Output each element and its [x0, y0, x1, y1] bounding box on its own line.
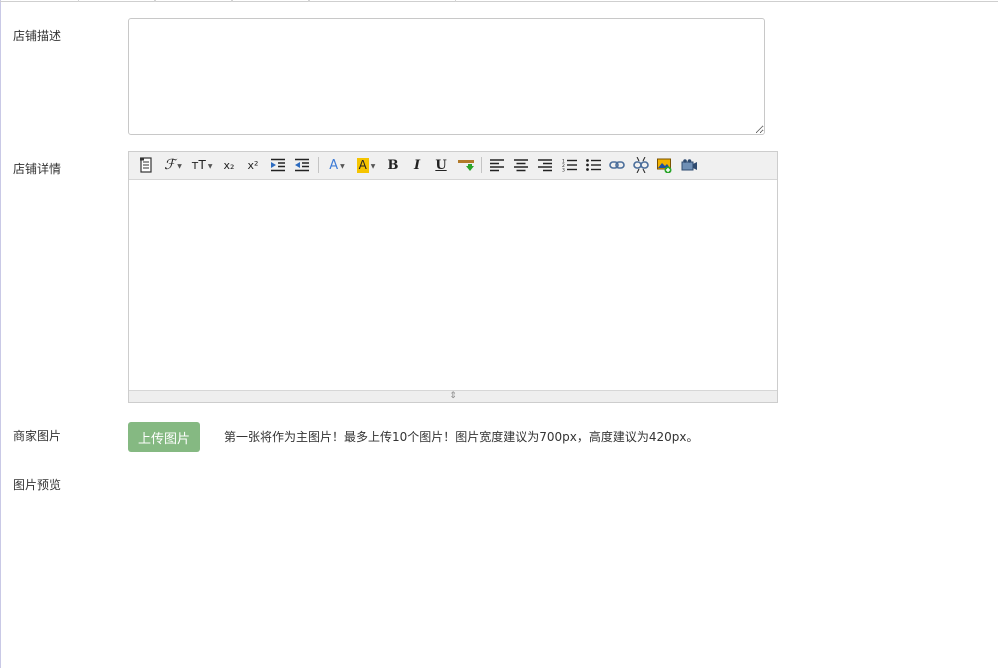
align-left-icon[interactable]	[489, 156, 505, 174]
resize-grip-icon: ⇕	[449, 391, 457, 401]
top-tab-strip	[0, 0, 998, 3]
outdent-icon[interactable]	[293, 156, 311, 174]
tab-1[interactable]	[78, 0, 155, 2]
store-description-textarea[interactable]	[128, 18, 765, 135]
ordered-list-icon[interactable]: 123	[561, 156, 577, 174]
indent-icon[interactable]	[269, 156, 287, 174]
font-color-icon[interactable]: A ▼	[326, 156, 348, 174]
bold-icon[interactable]: B	[385, 156, 401, 174]
editor-toolbar: ℱ ▼ ᴛT ▼ x₂ x² A ▼ A ▼ B I U 1 2 3	[129, 152, 777, 180]
underline-icon[interactable]: U	[433, 156, 449, 174]
editor-resize-handle[interactable]: ⇕	[129, 390, 777, 402]
tab-2[interactable]	[155, 0, 232, 2]
upload-hint-text: 第一张将作为主图片！最多上传10个图片！图片宽度建议为700px，高度建议为42…	[224, 430, 699, 444]
upload-image-button[interactable]: 上传图片	[128, 422, 200, 452]
insert-video-icon[interactable]	[680, 156, 698, 174]
tab-3[interactable]	[232, 0, 309, 2]
rich-text-editor: ℱ ▼ ᴛT ▼ x₂ x² A ▼ A ▼ B I U 1 2 3 ⇕	[128, 151, 778, 403]
left-border	[0, 0, 1, 668]
store-description-label: 店铺描述	[13, 29, 62, 43]
link-icon[interactable]	[609, 156, 625, 174]
insert-horizontal-rule-icon[interactable]	[456, 156, 476, 174]
superscript-icon[interactable]: x²	[245, 156, 261, 174]
insert-image-icon[interactable]	[656, 156, 674, 174]
unordered-list-icon[interactable]	[585, 156, 601, 174]
align-right-icon[interactable]	[537, 156, 553, 174]
font-size-icon[interactable]: ᴛT ▼	[190, 156, 214, 174]
subscript-icon[interactable]: x₂	[221, 156, 237, 174]
tab-4[interactable]	[309, 0, 456, 2]
image-preview-label: 图片预览	[13, 478, 62, 492]
source-icon[interactable]	[137, 156, 155, 174]
svg-text:3: 3	[562, 168, 565, 173]
merchant-images-label: 商家图片	[13, 429, 62, 443]
toolbar-separator	[481, 157, 482, 173]
italic-icon[interactable]: I	[409, 156, 425, 174]
editor-content-area[interactable]	[129, 180, 777, 391]
align-center-icon[interactable]	[513, 156, 529, 174]
unlink-icon[interactable]	[632, 156, 650, 174]
highlight-color-icon[interactable]: A ▼	[354, 156, 378, 174]
font-family-icon[interactable]: ℱ ▼	[162, 156, 184, 174]
toolbar-separator	[318, 157, 319, 173]
store-details-label: 店铺详情	[13, 162, 62, 176]
